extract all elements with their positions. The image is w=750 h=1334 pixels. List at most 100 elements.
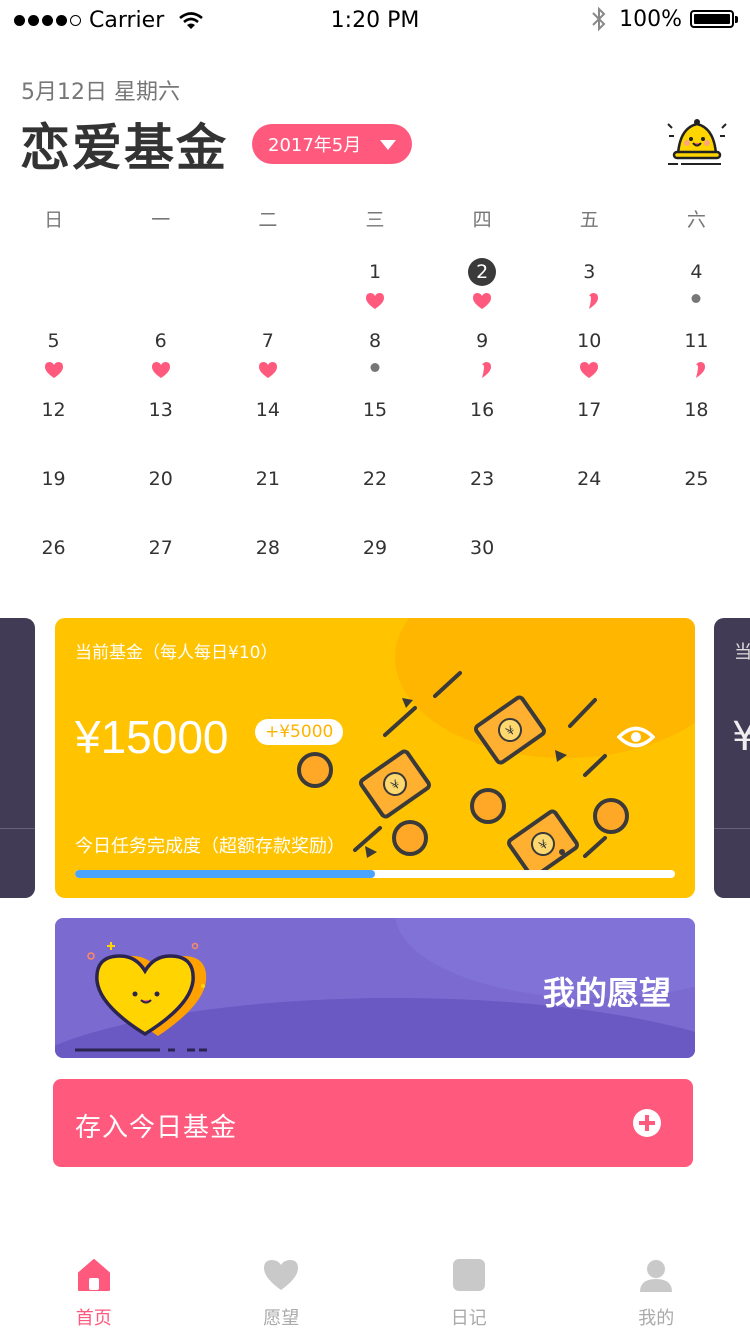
calendar-day[interactable]: 12 [0,378,107,447]
day-number: 12 [41,399,66,421]
calendar-day[interactable]: 27 [107,516,214,585]
calendar-day[interactable]: 2 [429,240,536,309]
day-number: 3 [583,261,596,283]
calendar-day[interactable]: 20 [107,447,214,516]
weekday-label: 六 [686,209,706,231]
tab-home[interactable]: 首页 [0,1234,188,1334]
tab-diary[interactable]: 日记 [375,1234,563,1334]
tab-profile[interactable]: 我的 [563,1234,750,1334]
day-number: 9 [476,330,489,352]
chevron-down-icon [380,140,396,150]
calendar-day[interactable]: 7 [214,309,321,378]
calendar-day[interactable]: 14 [214,378,321,447]
day-number: 18 [684,399,709,421]
heart-icon [264,1260,299,1290]
wish-title: 我的愿望 [542,974,671,1012]
day-number: 17 [577,399,602,421]
eye-icon[interactable] [617,724,655,750]
calendar-empty-cell [536,516,643,585]
calendar-day[interactable]: 8 [321,309,428,378]
calendar-day[interactable]: 30 [429,516,536,585]
calendar-day[interactable]: 5 [0,309,107,378]
task-progress-fill [75,870,375,878]
weekday-label: 五 [579,209,599,231]
calendar-day[interactable]: 28 [214,516,321,585]
next-card-label: 当 [734,642,750,663]
page-title: 恋爱基金 [20,119,228,177]
calendar-day[interactable]: 21 [214,447,321,516]
bluetooth-icon [592,6,606,32]
wish-card[interactable]: 我的愿望 [55,918,695,1058]
day-number: 6 [154,330,167,352]
tab-label: 我的 [638,1308,675,1329]
home-icon [77,1259,110,1291]
calendar-day[interactable]: 23 [429,447,536,516]
tab-label: 日记 [450,1308,487,1329]
calendar-day[interactable]: 15 [321,378,428,447]
bonus-badge: +¥5000 [255,719,344,745]
tab-label: 愿望 [263,1308,300,1329]
day-number: 27 [148,537,173,559]
day-number: 26 [41,537,66,559]
month-selector-label: 2017年5月 [268,135,362,156]
day-number: 13 [148,399,173,421]
status-bar: Carrier 1:20 PM 100% [0,0,750,40]
calendar-day[interactable]: 22 [321,447,428,516]
tab-wish[interactable]: 愿望 [188,1234,376,1334]
next-card[interactable]: 当 ¥ [714,618,750,898]
day-number: 16 [470,399,495,421]
day-number: 21 [255,468,280,490]
profile-icon [640,1260,673,1292]
day-number: 24 [577,468,602,490]
day-number: 14 [255,399,280,421]
fund-card[interactable]: ¥ ¥ ¥ 当前基金（每人每日¥10） ¥15000 +¥5000 今日任务完成… [55,618,695,898]
day-number: 25 [684,468,709,490]
calendar-day[interactable]: 17 [536,378,643,447]
calendar-day[interactable]: 19 [0,447,107,516]
previous-card[interactable] [0,618,35,898]
status-right: 100% [591,6,738,32]
month-selector[interactable]: 2017年5月 [252,124,412,164]
calendar-day[interactable]: 4 [643,240,750,309]
day-number: 23 [470,468,495,490]
battery-icon [690,10,738,28]
day-number: 5 [47,330,60,352]
calendar-empty-cell [0,240,107,309]
day-number: 22 [362,468,388,490]
tab-label: 首页 [75,1308,112,1329]
day-number: 7 [261,330,274,352]
calendar-day[interactable]: 3 [536,240,643,309]
diary-icon [452,1259,485,1291]
heart-mascot-icon [75,942,211,1052]
weekday-header: 日一二三四五六 [0,200,750,240]
calendar-day[interactable]: 10 [536,309,643,378]
calendar-week: 26 27 28 29 30 [0,516,750,585]
battery-percent: 100% [619,6,682,32]
calendar-day[interactable]: 26 [0,516,107,585]
calendar-empty-cell [107,240,214,309]
deposit-label: 存入今日基金 [75,1113,238,1143]
day-number: 10 [577,330,602,352]
calendar-day[interactable]: 18 [643,378,750,447]
notification-bell-icon[interactable] [664,114,730,170]
day-number: 19 [41,468,66,490]
day-number: 1 [368,261,382,283]
dot-marker [691,294,701,303]
calendar-day[interactable]: 6 [107,309,214,378]
calendar-day[interactable]: 1 [321,240,428,309]
calendar-day[interactable]: 11 [643,309,750,378]
fund-amount: ¥15000 [75,711,229,763]
day-number: 4 [690,261,703,283]
calendar-day[interactable]: 25 [643,447,750,516]
weekday-label: 四 [472,209,492,231]
calendar-grid: 1 2 3 4 5 6 7 8 9 10 11 12 13 14 15 16 17 18 19 20 21 22 23 24 2… [0,240,750,585]
calendar-day[interactable]: 13 [107,378,214,447]
deposit-button[interactable]: 存入今日基金 [53,1079,693,1167]
calendar-day[interactable]: 29 [321,516,428,585]
fund-label: 当前基金（每人每日¥10） [75,643,278,663]
calendar-day[interactable]: 9 [429,309,536,378]
plus-icon [633,1109,661,1137]
day-number: 8 [368,330,382,352]
calendar-day[interactable]: 24 [536,447,643,516]
calendar-day[interactable]: 16 [429,378,536,447]
